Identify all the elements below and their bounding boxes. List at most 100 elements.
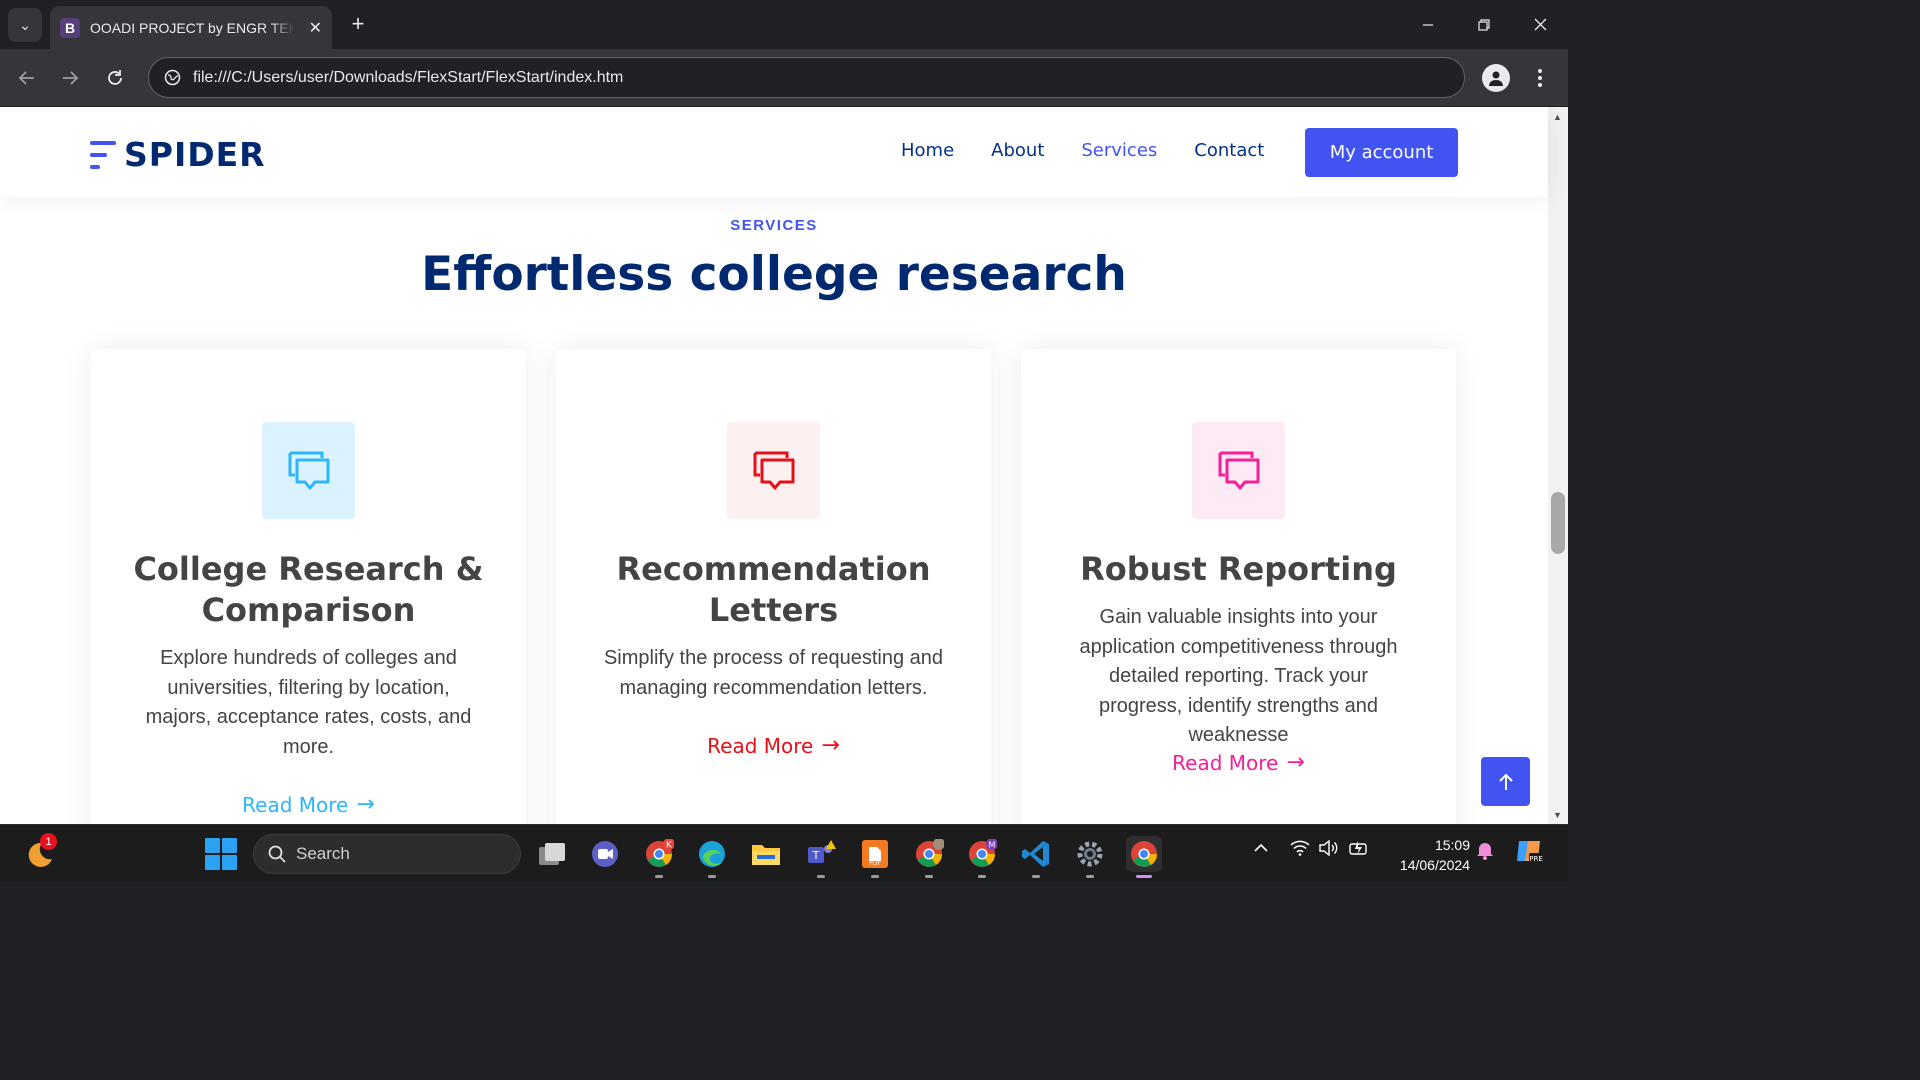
reload-button[interactable]	[98, 61, 132, 95]
minimize-icon	[1423, 23, 1433, 26]
speaker-icon	[1319, 839, 1338, 857]
read-more-link[interactable]: Read More →	[556, 733, 991, 758]
svg-text:M: M	[989, 841, 996, 850]
service-card-title: Robust Reporting	[1080, 550, 1397, 588]
taskbar-chrome-profile-photo[interactable]	[911, 836, 947, 878]
search-label: Search	[296, 844, 350, 863]
read-more-label: Read More	[707, 733, 814, 758]
windows-logo-icon	[205, 838, 220, 853]
nav-home[interactable]: Home	[901, 140, 954, 161]
read-more-link[interactable]: Read More →	[1021, 750, 1456, 775]
section-heading: Effortless college research	[421, 247, 1127, 302]
taskbar-pdf-app[interactable]: PDF	[857, 836, 893, 878]
arrow-right-icon	[63, 71, 79, 85]
notifications-button[interactable]	[1476, 840, 1494, 865]
pdf-icon: PDF	[862, 840, 888, 868]
taskbar-search[interactable]: Search	[253, 834, 521, 874]
taskbar-file-explorer[interactable]	[748, 836, 784, 872]
service-card-title: Recommendation Letters	[616, 550, 931, 629]
taskbar-edge[interactable]	[694, 836, 730, 878]
site-info-icon[interactable]	[163, 69, 181, 87]
nav-services[interactable]: Services	[1081, 140, 1157, 161]
folder-icon	[752, 845, 780, 865]
read-more-link[interactable]: Read More →	[91, 792, 526, 817]
arrow-left-icon	[18, 71, 34, 85]
close-icon	[1534, 18, 1546, 31]
chrome-icon: M	[969, 839, 997, 867]
taskbar-vscode[interactable]	[1018, 836, 1054, 878]
tab-close-icon[interactable]: ✕	[309, 18, 322, 38]
site-logo[interactable]: SPIDER	[90, 135, 266, 174]
scroll-down-icon[interactable]: ▼	[1553, 810, 1562, 820]
chrome-icon: K	[646, 839, 674, 867]
page-viewport: SPIDER Home About Services Contact My ac…	[0, 107, 1568, 824]
my-account-button[interactable]: My account	[1305, 128, 1458, 177]
service-card-description: Simplify the process of requesting and m…	[603, 647, 944, 699]
tab-search-button[interactable]: ⌄	[8, 8, 42, 42]
start-button[interactable]	[205, 838, 237, 870]
section-eyebrow: SERVICES	[730, 217, 818, 234]
nav-about[interactable]: About	[991, 140, 1044, 161]
person-icon	[1489, 71, 1503, 86]
svg-text:PRE: PRE	[1529, 855, 1543, 863]
taskbar-chrome-active[interactable]	[1126, 836, 1162, 878]
tab-title: OOADI PROJECT by ENGR TEKO	[90, 19, 295, 36]
page-scrollbar[interactable]: ▲ ▼	[1548, 107, 1568, 824]
chat-square-icon	[1218, 451, 1259, 489]
edge-icon	[699, 841, 725, 867]
windows-taskbar: 1 Search K T PDF M 15:09 14/06/2024 PRE	[0, 824, 1568, 882]
chrome-icon	[1131, 841, 1158, 867]
vscode-icon	[1022, 841, 1049, 867]
restore-button[interactable]	[1456, 0, 1512, 49]
taskbar-task-view[interactable]	[534, 836, 570, 872]
site-header: SPIDER Home About Services Contact My ac…	[0, 107, 1548, 197]
service-card-recommendation-letters: Recommendation Letters Simplify the proc…	[556, 349, 991, 824]
restore-icon	[1478, 18, 1490, 31]
chevron-down-icon: ⌄	[19, 16, 31, 33]
system-clock[interactable]: 15:09 14/06/2024	[1385, 835, 1470, 875]
chat-square-icon	[288, 451, 329, 489]
volume-control[interactable]	[1319, 839, 1339, 861]
battery-status[interactable]	[1349, 840, 1371, 861]
task-view-icon	[539, 843, 565, 865]
wifi-status[interactable]	[1290, 840, 1310, 861]
video-chat-icon	[592, 841, 618, 867]
taskbar-teams[interactable]: T	[803, 836, 839, 878]
bell-icon	[1477, 843, 1493, 860]
address-bar[interactable]: file:///C:/Users/user/Downloads/FlexStar…	[148, 57, 1465, 98]
copilot-button[interactable]: PRE	[1514, 836, 1544, 871]
svg-text:T: T	[812, 849, 820, 862]
taskbar-chrome-profile-k[interactable]: K	[641, 836, 677, 878]
minimize-button[interactable]	[1400, 0, 1456, 49]
service-card-title: College Research & Comparison	[133, 550, 484, 629]
nav-contact[interactable]: Contact	[1194, 140, 1264, 161]
battery-charging-icon	[1349, 841, 1367, 855]
service-card-description: Explore hundreds of colleges and univers…	[145, 647, 472, 758]
back-to-top-button[interactable]	[1481, 757, 1530, 806]
scrollbar-thumb[interactable]	[1551, 492, 1565, 554]
service-card-college-research: College Research & Comparison Explore hu…	[91, 349, 526, 824]
read-more-label: Read More	[242, 792, 349, 817]
chevron-up-icon	[1254, 843, 1268, 852]
taskbar-settings[interactable]	[1072, 836, 1108, 878]
browser-tab[interactable]: B OOADI PROJECT by ENGR TEKO ✕	[50, 6, 332, 49]
close-window-button[interactable]	[1512, 0, 1568, 49]
teams-icon: T	[808, 840, 836, 863]
arrow-right-icon: →	[356, 792, 375, 817]
forward-button[interactable]	[53, 61, 87, 95]
clock-time: 15:09	[1434, 837, 1470, 853]
search-icon	[268, 845, 286, 863]
new-tab-button[interactable]: +	[344, 10, 372, 38]
copilot-icon: PRE	[1517, 841, 1543, 863]
taskbar-chrome-profile-m[interactable]: M	[964, 836, 1000, 878]
profile-button[interactable]	[1482, 64, 1510, 92]
arrow-right-icon: →	[1286, 750, 1305, 775]
browser-menu-button[interactable]	[1528, 64, 1552, 92]
scroll-up-icon[interactable]: ▲	[1553, 112, 1562, 122]
show-hidden-icons-button[interactable]	[1253, 840, 1269, 861]
back-button[interactable]	[10, 61, 44, 95]
notification-badge: 1	[40, 833, 57, 850]
service-card-description: Gain valuable insights into your applica…	[1079, 606, 1398, 746]
taskbar-meet[interactable]	[587, 836, 623, 872]
reload-icon	[108, 70, 122, 85]
